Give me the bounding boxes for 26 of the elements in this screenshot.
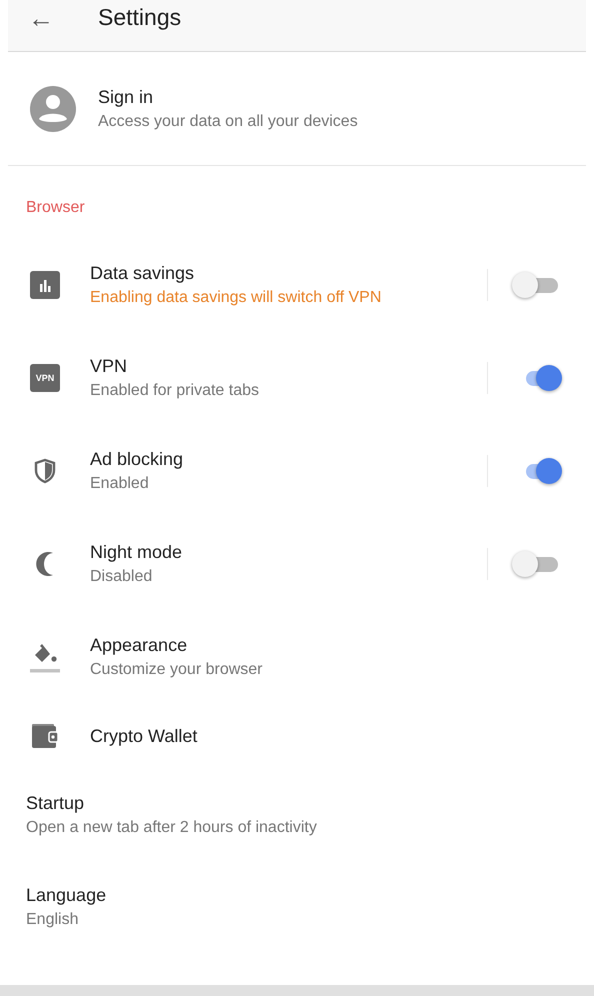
setting-description: Open a new tab after 2 hours of inactivity	[26, 819, 318, 837]
moon-icon	[35, 550, 55, 578]
section-header: Browser	[26, 199, 85, 217]
setting-title: Appearance	[90, 634, 188, 656]
back-button[interactable]: ←	[8, 4, 74, 32]
setting-title: Ad blocking	[90, 448, 184, 470]
setting-title: Language	[26, 885, 108, 906]
sign-in-title[interactable]: Sign in	[98, 86, 586, 108]
setting-description: Enabled for private tabs	[90, 382, 260, 400]
setting-title: VPN	[90, 356, 128, 376]
shield-icon	[34, 458, 56, 484]
account-avatar-icon	[30, 86, 76, 132]
setting-description: Customize your browser	[90, 660, 264, 678]
sign-in-description: Access your data on all your devices	[98, 112, 359, 130]
vpn-icon: VPN	[30, 364, 60, 392]
setting-description: English	[26, 911, 80, 929]
setting-title: Data savings	[90, 262, 196, 284]
setting-title: Crypto Wallet	[90, 726, 198, 746]
setting-description: Enabled	[90, 474, 150, 492]
bar-chart-icon	[30, 270, 60, 298]
warning-message: Enabling data savings will switch off VPN	[90, 288, 382, 306]
setting-title: Startup	[26, 793, 86, 814]
wallet-icon	[31, 723, 59, 749]
setting-title: Night mode	[90, 542, 184, 562]
setting-description: Disabled	[90, 568, 154, 586]
page-title: Settings	[98, 4, 182, 31]
